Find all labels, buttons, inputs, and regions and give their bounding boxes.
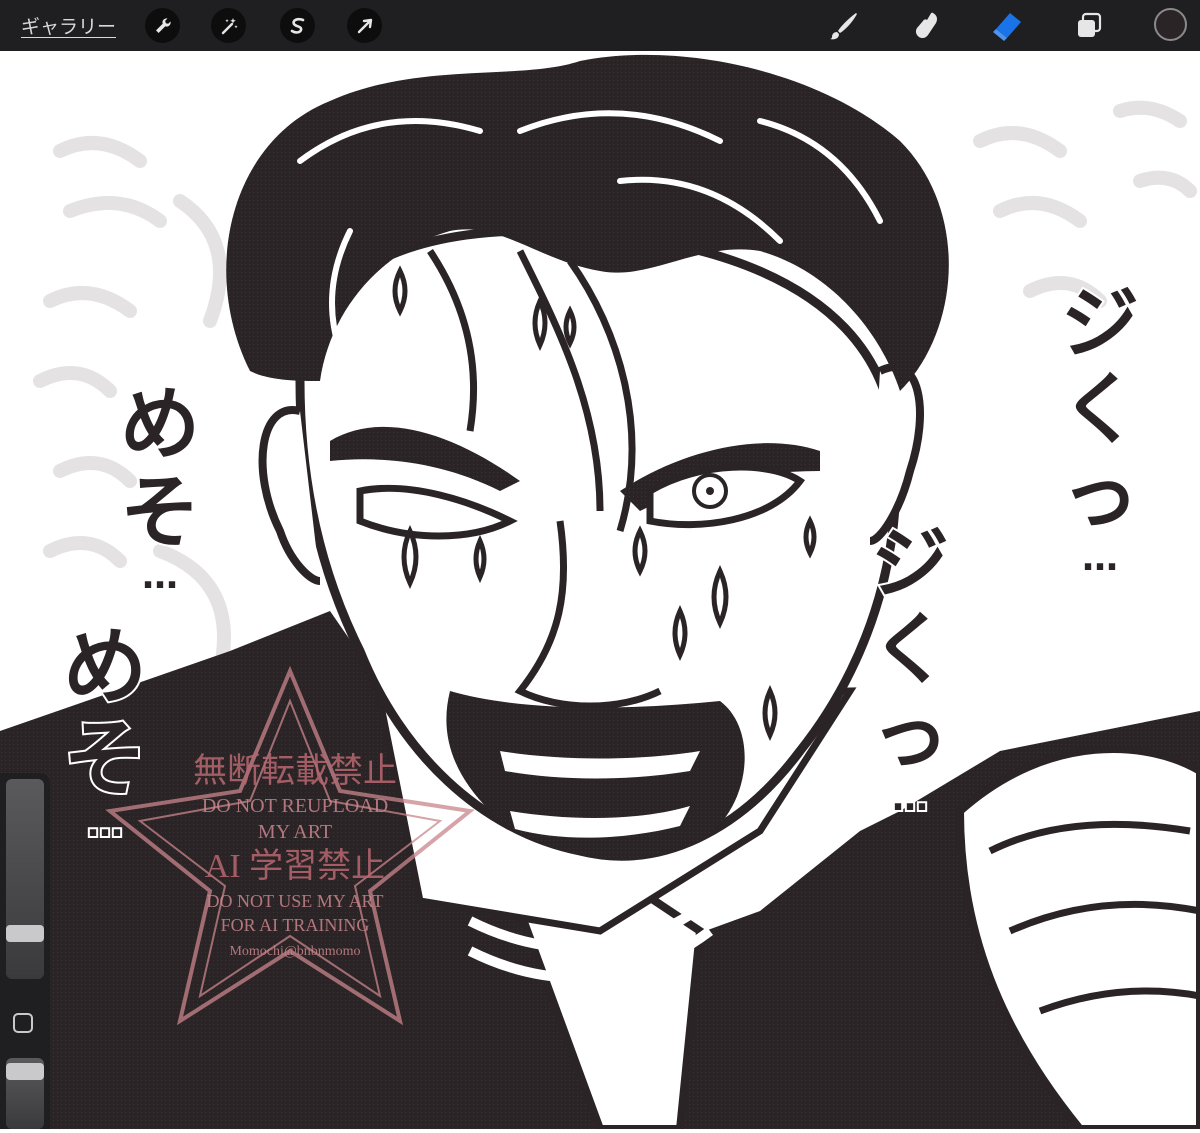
sfx-right-char: … xyxy=(890,777,930,821)
drawing-canvas[interactable]: 無断転載禁止 DO NOT REUPLOAD MY ART AI 学習禁止 DO… xyxy=(0,51,1200,1133)
watermark-text: 無断転載禁止 DO NOT REUPLOAD MY ART AI 学習禁止 DO… xyxy=(150,751,440,967)
sfx-right-char: く xyxy=(1059,365,1141,455)
brush-button[interactable] xyxy=(825,7,863,45)
color-picker-button[interactable] xyxy=(1154,8,1187,41)
opacity-thumb[interactable] xyxy=(6,1063,44,1081)
left-sidebar xyxy=(0,773,50,1129)
brush-icon xyxy=(830,13,857,40)
watermark-line4: AI 学習禁止 xyxy=(204,848,386,885)
sfx-left-char: め xyxy=(61,618,149,716)
eraser-icon xyxy=(993,13,1021,41)
sfx-right-char: く xyxy=(869,605,951,695)
sfx-left-char: … xyxy=(85,803,125,847)
watermark-line6: FOR AI TRAINING xyxy=(220,915,370,935)
smudge-finger-icon xyxy=(915,12,937,39)
adjustments-button[interactable] xyxy=(211,8,246,43)
transform-button[interactable] xyxy=(347,8,382,43)
brush-size-thumb[interactable] xyxy=(6,925,44,943)
sfx-right-char: っ xyxy=(869,691,951,781)
watermark-line3: MY ART xyxy=(257,821,333,843)
watermark-line1: 無断転載禁止 xyxy=(193,753,397,790)
sfx-right-2: ジ く っ … xyxy=(860,519,960,821)
sfx-left-char: … xyxy=(140,555,180,599)
eraser-button[interactable] xyxy=(988,7,1026,45)
selection-s-icon xyxy=(290,17,304,34)
selection-button[interactable] xyxy=(280,8,315,43)
smudge-button[interactable] xyxy=(906,7,944,45)
wrench-icon xyxy=(155,17,171,33)
watermark-line2: DO NOT REUPLOAD xyxy=(201,795,389,817)
sfx-left-char: そ xyxy=(118,466,202,559)
actions-button[interactable] xyxy=(145,8,180,43)
sfx-right-char: ジ xyxy=(869,519,951,609)
sfx-right-char: ジ xyxy=(1059,279,1141,369)
top-toolbar: ギャラリー xyxy=(0,0,1200,51)
sfx-right: ジ く っ … xyxy=(1050,279,1150,581)
gallery-button[interactable]: ギャラリー xyxy=(21,12,116,39)
arrow-cursor-icon xyxy=(357,18,372,33)
sfx-left-char: そ xyxy=(61,710,149,808)
layers-button[interactable] xyxy=(1070,7,1108,45)
sfx-right-char: っ xyxy=(1059,451,1141,541)
sfx-left-2: め そ … xyxy=(50,618,160,847)
square-icon[interactable] xyxy=(13,1013,33,1033)
sfx-left-char: め xyxy=(118,378,202,471)
watermark-line7: Momochi@bnbnmomo xyxy=(229,944,361,959)
brush-size-slider[interactable] xyxy=(6,779,44,979)
magic-wand-icon xyxy=(221,17,238,34)
sfx-left: め そ … xyxy=(110,378,210,599)
watermark-line5: DO NOT USE MY ART xyxy=(206,891,384,911)
layers-icon xyxy=(1078,12,1102,37)
sfx-right-char: … xyxy=(1080,537,1120,581)
